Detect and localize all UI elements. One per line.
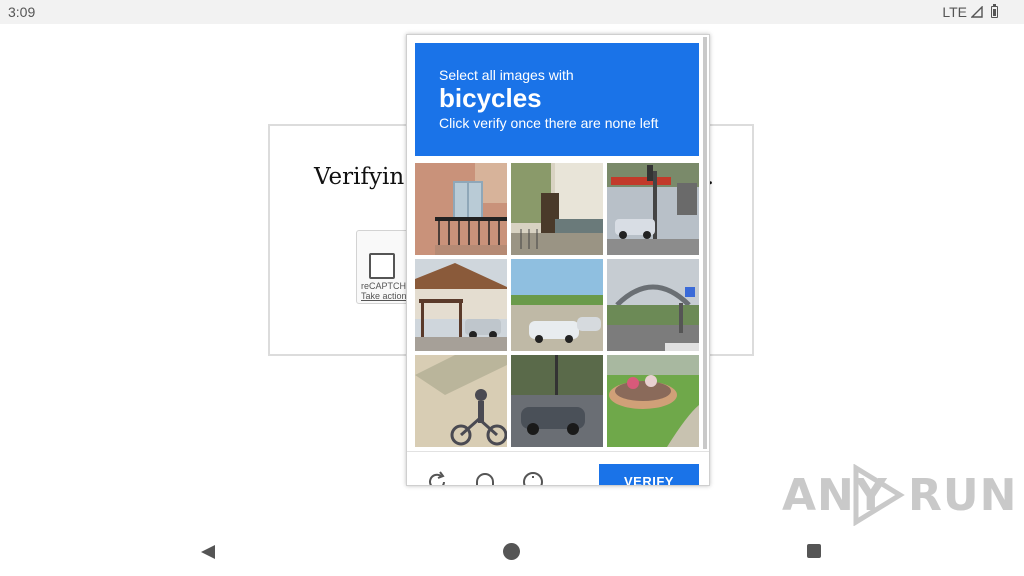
image-tile-3[interactable]: [607, 163, 699, 255]
challenge-header: Select all images with bicycles Click ve…: [415, 43, 699, 156]
tile-6-image: [607, 259, 699, 351]
status-time: 3:09: [8, 4, 36, 20]
tile-7-image: [415, 355, 507, 447]
info-icon[interactable]: [521, 470, 545, 486]
reload-icon[interactable]: [425, 470, 449, 486]
recaptcha-label: reCAPTCHA: [361, 281, 413, 291]
headphones-icon[interactable]: [473, 470, 497, 486]
target-object: bicycles: [439, 83, 542, 113]
tile-4-image: [415, 259, 507, 351]
anyrun-watermark: ANY RUN: [782, 464, 1016, 528]
status-icons: LTE: [942, 4, 998, 20]
image-tile-6[interactable]: [607, 259, 699, 351]
captcha-challenge-dialog: Select all images with bicycles Click ve…: [406, 34, 710, 486]
image-tile-1[interactable]: [415, 163, 507, 255]
take-action-link[interactable]: Take action: [361, 291, 407, 301]
signal-icon: [971, 6, 983, 18]
dialog-scrollbar[interactable]: [703, 37, 707, 449]
tile-2-image: [511, 163, 603, 255]
image-tile-4[interactable]: [415, 259, 507, 351]
watermark-text-right: RUN: [908, 470, 1018, 521]
tile-5-image: [511, 259, 603, 351]
tile-1-image: [415, 163, 507, 255]
image-tile-5[interactable]: [511, 259, 603, 351]
image-tile-7[interactable]: [415, 355, 507, 447]
page-title: Verifyin: [314, 164, 405, 190]
home-icon[interactable]: [503, 543, 520, 560]
image-grid: [415, 163, 699, 447]
image-tile-9[interactable]: [607, 355, 699, 447]
play-logo-icon: [853, 464, 905, 526]
back-icon[interactable]: [200, 544, 216, 560]
tile-8-image: [511, 355, 603, 447]
network-type: LTE: [942, 4, 967, 20]
recaptcha-checkbox[interactable]: [369, 253, 395, 279]
tile-3-image: [607, 163, 699, 255]
tile-9-image: [607, 355, 699, 447]
battery-icon: [991, 4, 998, 18]
instruction-top: Select all images with: [439, 67, 574, 83]
verify-button[interactable]: VERIFY: [599, 464, 699, 485]
instruction-bottom: Click verify once there are none left: [439, 115, 659, 131]
image-tile-2[interactable]: [511, 163, 603, 255]
navigation-bar: [0, 530, 1024, 576]
image-tile-8[interactable]: [511, 355, 603, 447]
challenge-footer: VERIFY: [407, 451, 709, 486]
status-bar: 3:09 LTE: [0, 0, 1024, 24]
recent-apps-icon[interactable]: [807, 544, 821, 558]
